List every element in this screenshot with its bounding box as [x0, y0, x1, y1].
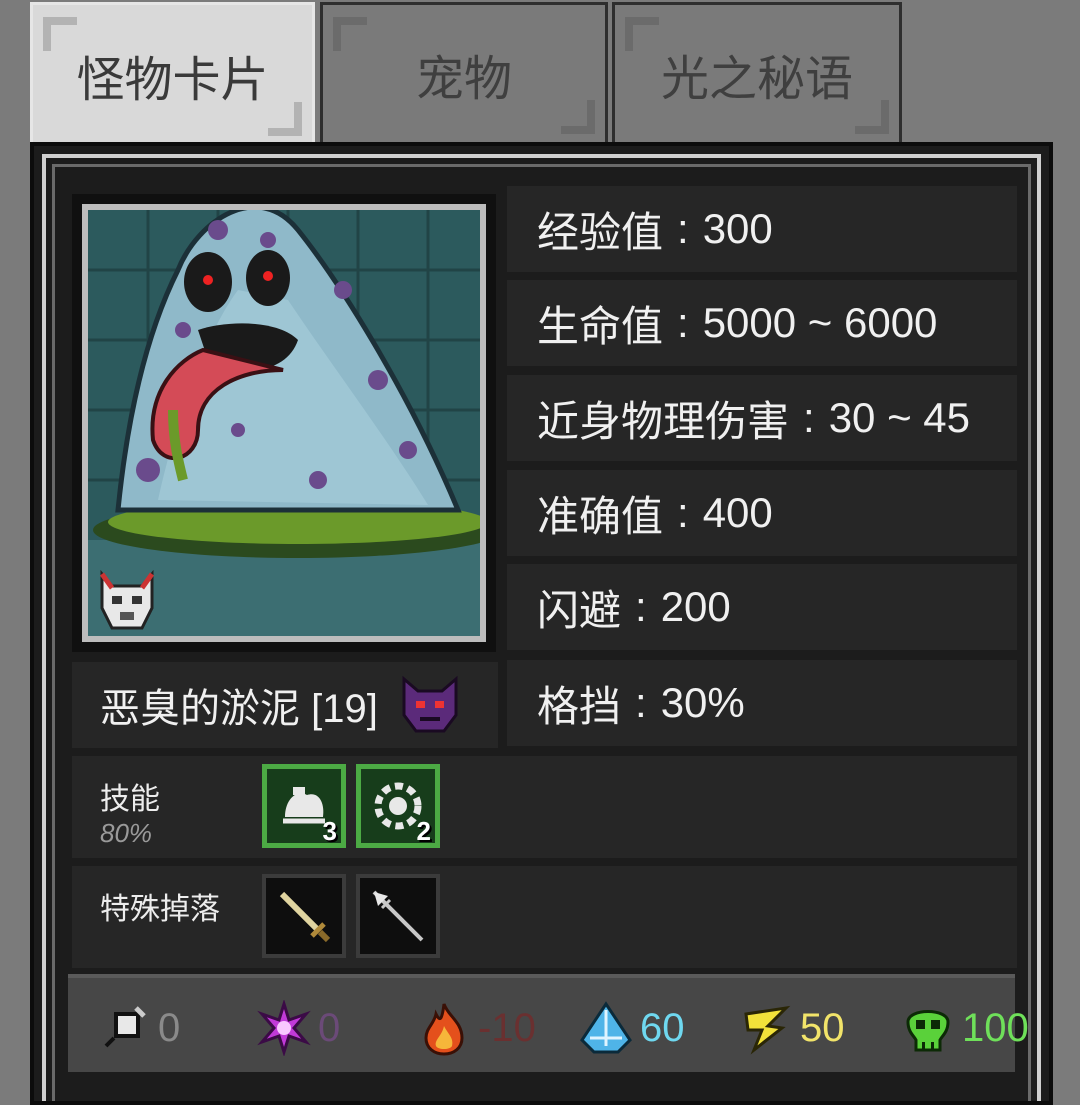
stat-label: 格挡 — [537, 682, 622, 730]
tab-corner-ornament — [333, 17, 367, 51]
stat-value: 5000 ~ 6000 — [702, 299, 938, 346]
monster-portrait — [72, 194, 496, 652]
spear-icon — [372, 890, 424, 942]
fire-icon — [424, 1003, 464, 1056]
stat-melee-damage: 近身物理伤害:30 ~ 45 — [507, 375, 1017, 461]
stat-value: 30 ~ 45 — [828, 394, 970, 441]
stat-block: 格挡:30% — [507, 660, 1017, 746]
resistance-value: 0 — [318, 1005, 341, 1050]
tab-corner-ornament — [625, 17, 659, 51]
physical-icon — [104, 1006, 146, 1048]
sword-icon — [279, 891, 331, 943]
monster-name-cell: 恶臭的淤泥 [19] — [72, 662, 498, 748]
skills-label: 技能 — [100, 782, 160, 817]
skill-count: 3 — [322, 816, 337, 846]
stat-value: 200 — [660, 583, 731, 630]
tab-light-secret[interactable]: 光之秘语 — [612, 2, 902, 142]
skull-mask-icon — [99, 569, 155, 630]
resistance-ice: 60 — [578, 1000, 685, 1056]
resistance-value: 50 — [800, 1005, 845, 1050]
ice-icon — [580, 1001, 632, 1054]
drops-label: 特殊掉落 — [100, 892, 220, 927]
tab-monster-card[interactable]: 怪物卡片 — [30, 2, 315, 144]
tab-pet[interactable]: 宠物 — [320, 2, 608, 142]
stat-experience: 经验值:300 — [507, 186, 1017, 272]
tab-corner-ornament — [561, 100, 595, 134]
special-drops-row: 特殊掉落 — [72, 866, 1017, 968]
tab-label: 宠物 — [415, 50, 512, 107]
monster-card-panel: 经验值:300 生命值:5000 ~ 6000 近身物理伤害:30 ~ 45 准… — [30, 142, 1053, 1105]
lightning-icon — [744, 1005, 791, 1055]
stat-label: 经验值 — [537, 208, 664, 256]
resistance-value: 100 — [962, 1005, 1029, 1050]
skills-rate: 80% — [100, 818, 153, 848]
resistance-physical: 0 — [96, 1000, 180, 1056]
stat-label: 闪避 — [537, 586, 622, 634]
resistance-arcane: 0 — [256, 1000, 340, 1056]
stat-health: 生命值:5000 ~ 6000 — [507, 280, 1017, 366]
resistance-value: 60 — [640, 1005, 685, 1050]
stat-value: 400 — [702, 489, 773, 536]
resistance-value: -10 — [478, 1005, 536, 1050]
stat-value: 30% — [660, 679, 745, 726]
portrait-frame — [82, 204, 486, 642]
resistance-value: 0 — [158, 1005, 181, 1050]
resistance-fire: -10 — [416, 1000, 536, 1056]
monster-name: 恶臭的淤泥 [19] — [100, 687, 378, 731]
tab-label: 怪物卡片 — [76, 51, 269, 108]
skill-count: 2 — [416, 816, 431, 846]
stat-value: 300 — [702, 205, 773, 252]
poison-icon — [906, 1010, 950, 1052]
stat-label: 准确值 — [537, 492, 664, 540]
resistance-bar: 0 0 -10 60 50 100 — [68, 974, 1029, 1072]
stat-label: 近身物理伤害 — [537, 397, 790, 445]
drop-slot[interactable] — [356, 874, 440, 958]
tab-corner-ornament — [43, 17, 77, 51]
tab-corner-ornament — [268, 102, 302, 136]
skill-slot[interactable]: 3 — [262, 764, 346, 848]
stat-evasion: 闪避:200 — [507, 564, 1017, 650]
skill-slot[interactable]: 2 — [356, 764, 440, 848]
skills-row: 技能 80% 3 2 — [72, 756, 1017, 858]
tab-corner-ornament — [855, 100, 889, 134]
arcane-icon — [257, 1000, 311, 1056]
stat-accuracy: 准确值:400 — [507, 470, 1017, 556]
resistance-lightning: 50 — [738, 1000, 845, 1056]
drop-slot[interactable] — [262, 874, 346, 958]
tab-label: 光之秘语 — [660, 50, 853, 107]
stat-label: 生命值 — [537, 302, 664, 350]
resistance-poison: 100 — [900, 1000, 1029, 1056]
demon-rank-icon — [402, 675, 458, 733]
